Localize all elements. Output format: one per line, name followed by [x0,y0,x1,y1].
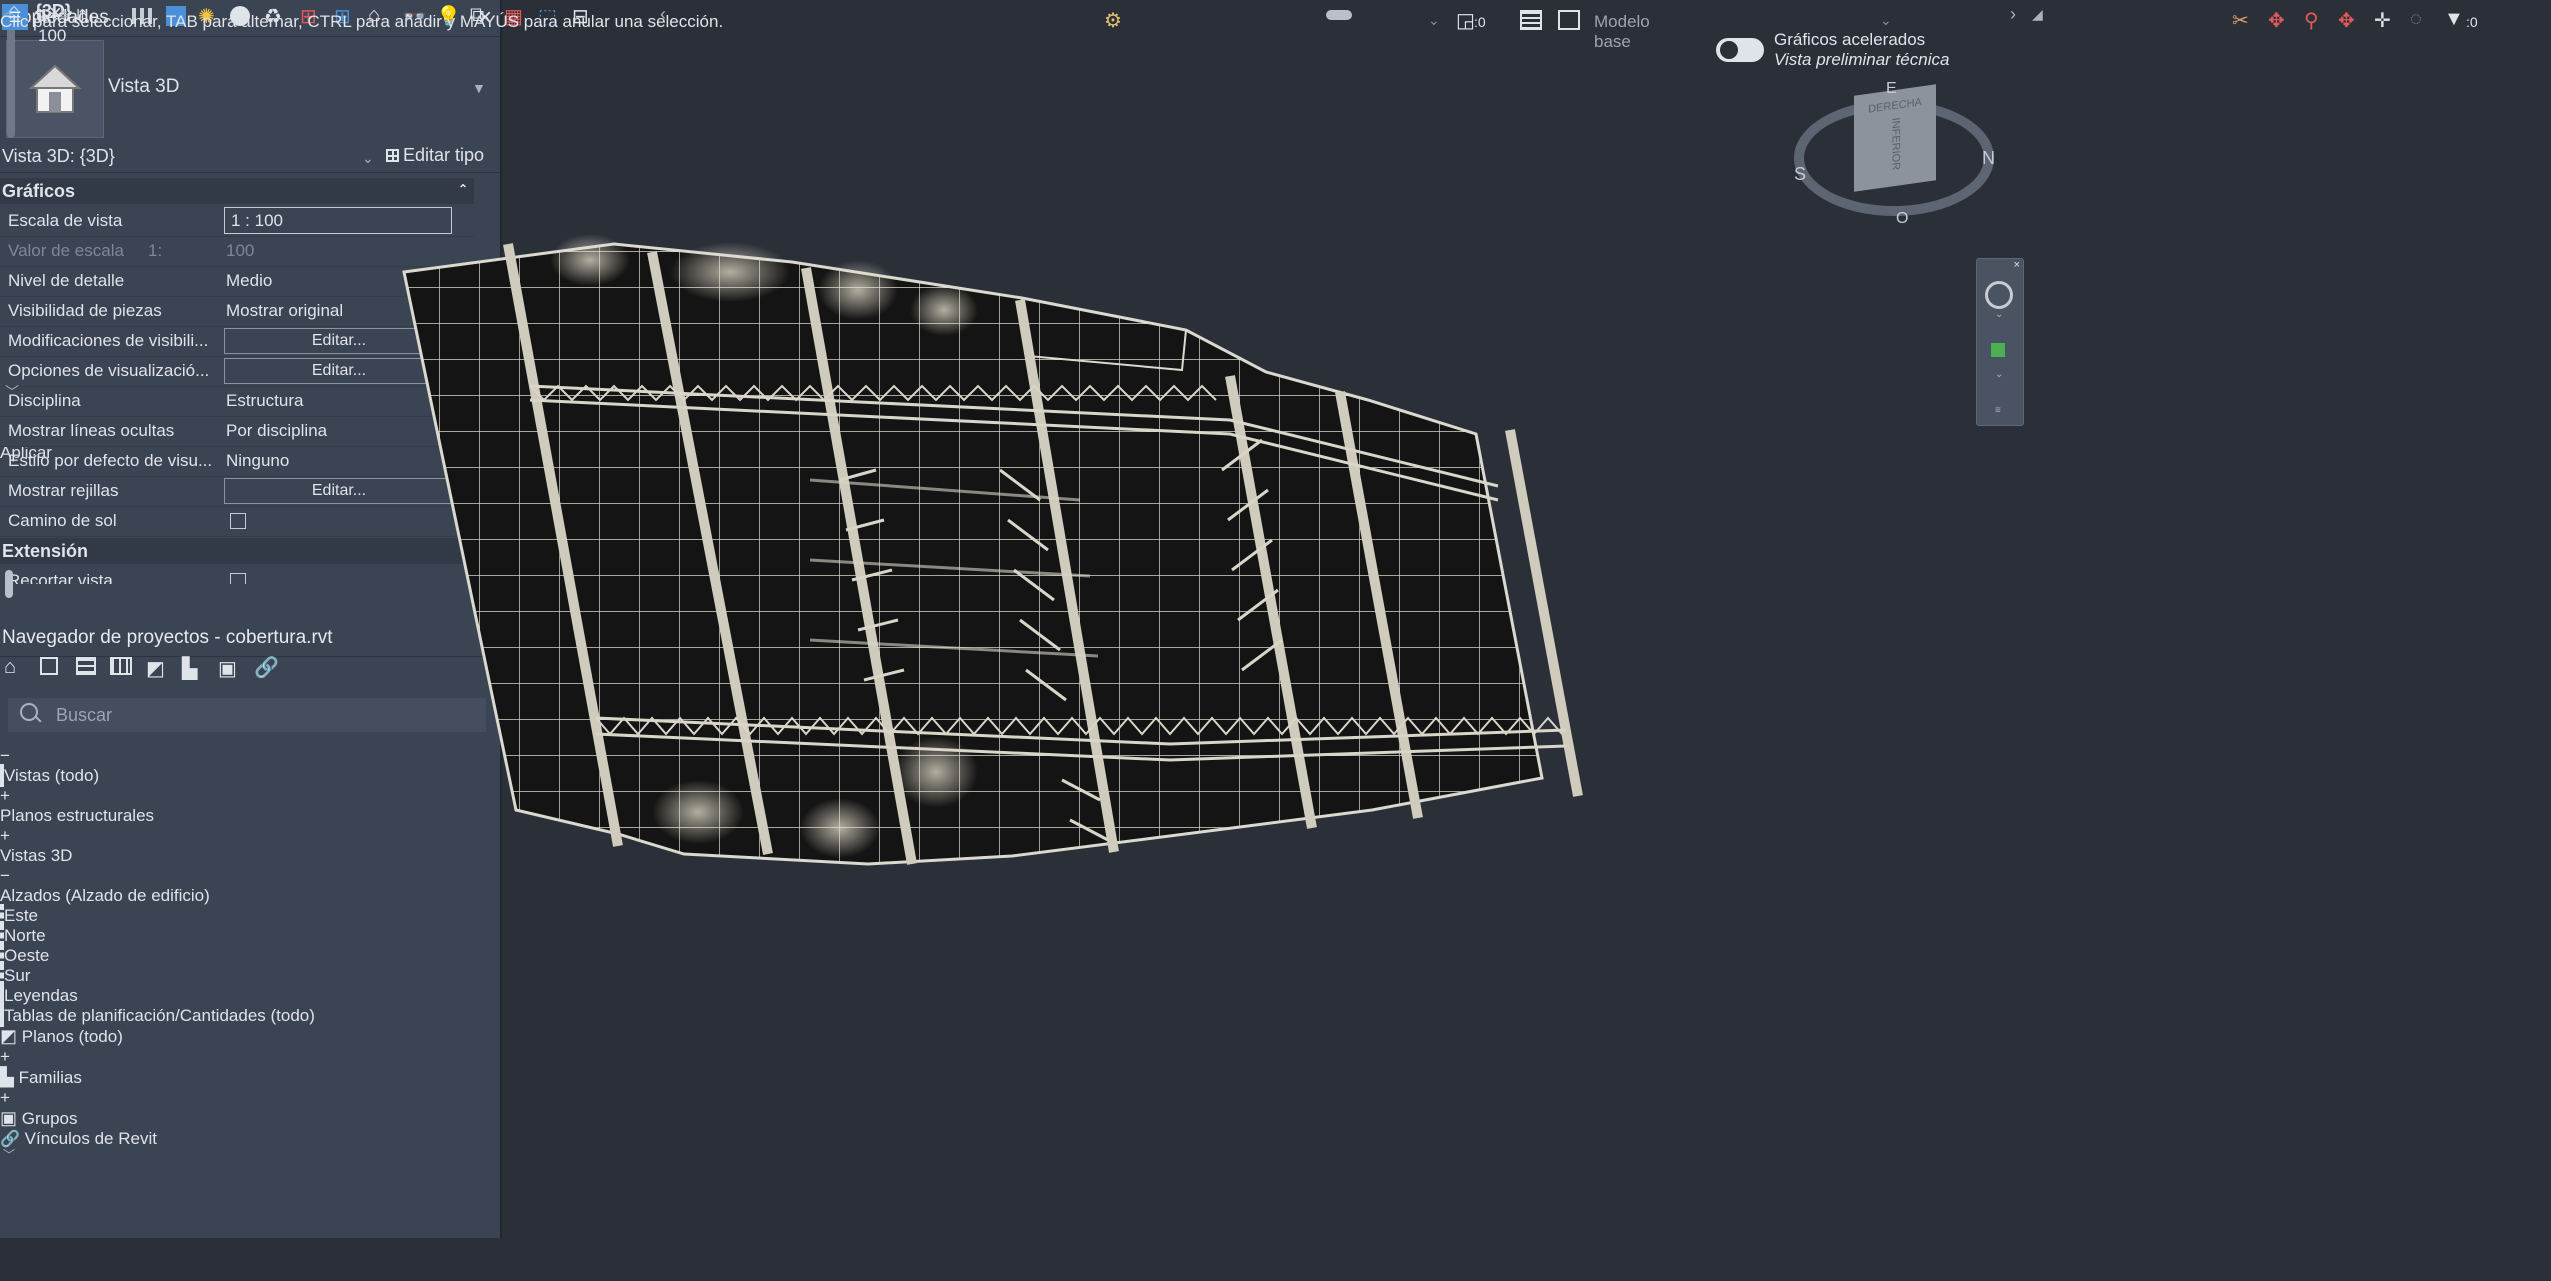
close-icon[interactable]: × [2014,259,2020,271]
editable-icon[interactable]: ◲ [1456,8,1475,33]
navigation-bar: × ⌄ ⌄ ≡ [1976,258,2024,426]
viewcube-face[interactable]: DERECHA INFERIOR [1854,84,1936,192]
chevron-down-icon[interactable]: ⌄ [1995,309,2003,320]
background-process-icon[interactable]: ◌ [2410,8,2422,31]
select-face-icon[interactable]: ✥ [2338,8,2355,33]
select-underlay-icon[interactable]: ✥ [2268,8,2285,33]
compass-e[interactable]: E [1886,80,1897,98]
chevron-right-icon[interactable]: › [2010,4,2016,25]
scroll-thumb[interactable] [5,570,13,598]
scroll-down-icon[interactable]: ﹀ [3,1146,15,1163]
hscroll-thumb[interactable] [1326,10,1352,20]
editable-count: :0 [1474,14,1486,30]
accel-label: Gráficos acelerados [1774,30,1926,49]
accel-toggle-knob [1720,41,1738,59]
viewcube-front-label: DERECHA [1868,96,1922,116]
compass-o[interactable]: O [1896,210,1908,228]
design-options-icon[interactable] [1520,10,1542,30]
chevron-down-icon[interactable]: ⌄ [1880,12,1892,29]
zoom-icon[interactable] [1991,343,2005,357]
filter-count: :0 [2466,14,2478,30]
viewcube-bottom-label: INFERIOR [1889,116,1901,172]
workset-icon[interactable]: ⚙ [1104,8,1122,33]
resize-icon[interactable]: ◢ [2032,6,2043,23]
compass-s[interactable]: S [1794,164,1806,185]
accelerated-graphics[interactable]: Gráficos acelerados Vista preliminar téc… [1716,26,2016,76]
status-message: Clic para seleccionar, TAB para alternar… [0,12,724,31]
nav-menu-icon[interactable]: ≡ [1995,405,2001,416]
chevron-down-icon[interactable]: ⌄ [1995,369,2003,380]
chevron-down-icon[interactable]: ⌄ [1428,12,1440,29]
viewcube[interactable]: DERECHA INFERIOR N S E O [1786,80,2006,230]
roof-model[interactable] [0,0,2030,1166]
select-links-icon[interactable]: ✂ [2232,8,2249,33]
steering-wheel-icon[interactable] [1985,281,2013,309]
drag-elements-icon[interactable]: ✛ [2374,8,2391,33]
accel-sublabel: Vista preliminar técnica [1774,50,1950,69]
filter-icon[interactable]: ▼ [2444,8,2464,31]
compass-n[interactable]: N [1982,148,1995,169]
model-selector[interactable]: Modelo base [1594,12,1650,52]
model-icon[interactable] [1558,10,1580,30]
select-pinned-icon[interactable]: ⚲ [2304,8,2319,33]
